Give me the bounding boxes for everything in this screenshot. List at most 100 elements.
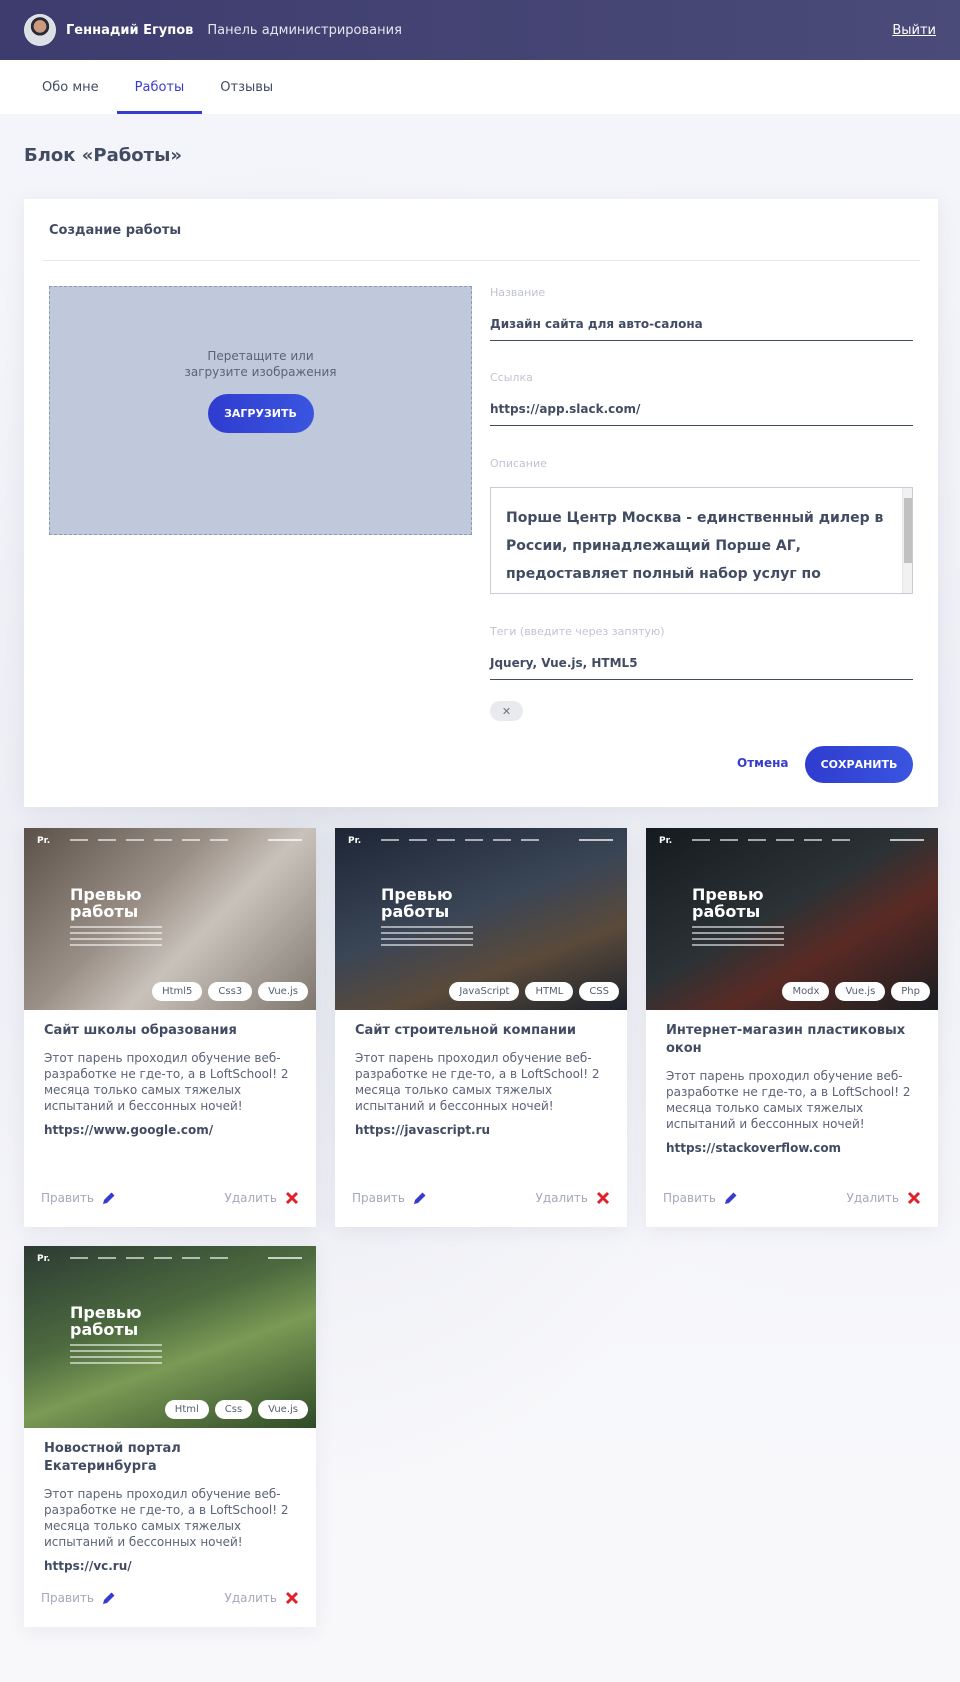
scroll-thumb[interactable] bbox=[904, 498, 912, 563]
tag-chip: Css3 bbox=[208, 982, 253, 1001]
avatar bbox=[24, 14, 56, 46]
tag-chip: JavaScript bbox=[449, 982, 520, 1001]
tag-chip: Modx bbox=[782, 982, 830, 1001]
tags-label: Теги (введите через запятую) bbox=[490, 625, 665, 638]
card-actions: Править Удалить bbox=[41, 1191, 299, 1205]
header-subtitle: Панель администрирования bbox=[207, 22, 402, 38]
tag-list: Modx Vue.js Php bbox=[782, 982, 930, 1001]
preview-nav bbox=[381, 839, 539, 841]
delete-button[interactable]: Удалить bbox=[225, 1591, 300, 1605]
image-dropzone[interactable]: Перетащите или загрузите изображения ЗАГ… bbox=[49, 286, 472, 535]
pencil-icon bbox=[724, 1192, 737, 1204]
logout-link[interactable]: Выйти bbox=[892, 23, 936, 38]
tags-input[interactable]: Jquery, Vue.js, HTML5 bbox=[490, 656, 913, 680]
delete-button[interactable]: Удалить bbox=[536, 1191, 611, 1205]
edit-label: Править bbox=[41, 1191, 94, 1205]
tab-about[interactable]: Обо мне bbox=[24, 60, 117, 114]
preview-logo: Pr. bbox=[37, 836, 51, 846]
tags-field[interactable]: Теги (введите через запятую) Jquery, Vue… bbox=[490, 625, 913, 680]
link-label: Ссылка bbox=[490, 371, 533, 384]
preview-title: Превью работы bbox=[692, 885, 764, 921]
description-field: Описание bbox=[490, 457, 913, 488]
preview-title: Превью работы bbox=[70, 885, 142, 921]
tab-reviews[interactable]: Отзывы bbox=[202, 60, 291, 114]
divider bbox=[42, 260, 920, 261]
work-preview: Pr. Превью работы Modx Vue.js Php bbox=[646, 828, 938, 1010]
delete-button[interactable]: Удалить bbox=[847, 1191, 922, 1205]
work-link[interactable]: https://stackoverflow.com bbox=[666, 1141, 918, 1155]
cancel-button[interactable]: Отмена bbox=[737, 756, 789, 770]
delete-label: Удалить bbox=[535, 1191, 589, 1205]
name-label: Название bbox=[490, 286, 546, 299]
work-link[interactable]: https://javascript.ru bbox=[355, 1123, 607, 1137]
dropzone-text: Перетащите или загрузите изображения bbox=[184, 349, 337, 379]
description-text: Порше Центр Москва - единственный дилер … bbox=[506, 510, 884, 582]
tag-chip: Css bbox=[214, 1400, 253, 1419]
work-card: Pr. Превью работы Html5 Css3 Vue.js Сайт… bbox=[24, 828, 316, 1227]
edit-button[interactable]: Править bbox=[41, 1591, 116, 1605]
scrollbar[interactable] bbox=[902, 488, 912, 593]
preview-text bbox=[70, 926, 162, 950]
preview-title: Превью работы bbox=[70, 1303, 142, 1339]
work-link[interactable]: https://www.google.com/ bbox=[44, 1123, 296, 1137]
preview-title: Превью работы bbox=[381, 885, 453, 921]
delete-label: Удалить bbox=[224, 1191, 278, 1205]
work-description: Этот парень проходил обучение веб-разраб… bbox=[355, 1051, 600, 1113]
tag-list: Html5 Css3 Vue.js bbox=[152, 982, 308, 1001]
work-card: Pr. Превью работы JavaScript HTML CSS Са… bbox=[335, 828, 627, 1227]
save-button[interactable]: СОХРАНИТЬ bbox=[805, 746, 913, 783]
edit-label: Править bbox=[663, 1191, 716, 1205]
work-title: Сайт школы образования bbox=[44, 1023, 237, 1038]
close-icon bbox=[285, 1191, 299, 1205]
delete-button[interactable]: Удалить bbox=[225, 1191, 300, 1205]
name-input[interactable]: Дизайн сайта для авто-салона bbox=[490, 317, 913, 341]
tag-chip: Php bbox=[891, 982, 930, 1001]
card-actions: Править Удалить bbox=[663, 1191, 921, 1205]
card-body: Сайт строительной компании Этот парень п… bbox=[335, 1010, 627, 1137]
tag-chip: HTML bbox=[525, 982, 574, 1001]
preview-phone bbox=[268, 839, 302, 841]
preview-phone bbox=[579, 839, 613, 841]
work-form: Создание работы Перетащите или загрузите… bbox=[24, 199, 938, 807]
tag-list: JavaScript HTML CSS bbox=[449, 982, 619, 1001]
preview-nav bbox=[692, 839, 850, 841]
tab-works[interactable]: Работы bbox=[116, 60, 203, 114]
link-input[interactable]: https://app.slack.com/ bbox=[490, 402, 913, 426]
description-textarea[interactable]: Порше Центр Москва - единственный дилер … bbox=[490, 487, 913, 594]
work-card: Pr. Превью работы Html Css Vue.js Новост… bbox=[24, 1246, 316, 1627]
preview-logo: Pr. bbox=[37, 1254, 51, 1264]
work-preview: Pr. Превью работы Html5 Css3 Vue.js bbox=[24, 828, 316, 1010]
pencil-icon bbox=[102, 1592, 115, 1604]
pencil-icon bbox=[102, 1192, 115, 1204]
delete-label: Удалить bbox=[224, 1591, 278, 1605]
edit-button[interactable]: Править bbox=[41, 1191, 116, 1205]
card-body: Новостной портал Екатеринбурга Этот паре… bbox=[24, 1428, 316, 1573]
edit-button[interactable]: Править bbox=[663, 1191, 738, 1205]
edit-label: Править bbox=[352, 1191, 405, 1205]
link-field[interactable]: Ссылка https://app.slack.com/ bbox=[490, 371, 913, 426]
work-title: Новостной портал Екатеринбурга bbox=[44, 1441, 181, 1474]
preview-phone bbox=[268, 1257, 302, 1259]
header: Геннадий Егупов Панель администрирования… bbox=[0, 0, 960, 60]
name-field[interactable]: Название Дизайн сайта для авто-салона bbox=[490, 286, 913, 341]
preview-text bbox=[70, 1344, 162, 1368]
tag-chip: Html bbox=[164, 1400, 209, 1419]
card-actions: Править Удалить bbox=[352, 1191, 610, 1205]
work-description: Этот парень проходил обучение веб-разраб… bbox=[44, 1051, 289, 1113]
upload-button[interactable]: ЗАГРУЗИТЬ bbox=[207, 394, 314, 433]
edit-button[interactable]: Править bbox=[352, 1191, 427, 1205]
preview-phone bbox=[890, 839, 924, 841]
tag-chip: Vue.js bbox=[258, 982, 308, 1001]
pencil-icon bbox=[413, 1192, 426, 1204]
work-description: Этот парень проходил обучение веб-разраб… bbox=[44, 1487, 289, 1549]
user-name: Геннадий Егупов bbox=[66, 22, 194, 38]
work-link[interactable]: https://vc.ru/ bbox=[44, 1559, 296, 1573]
card-body: Сайт школы образования Этот парень прохо… bbox=[24, 1010, 316, 1137]
tag-chip: CSS bbox=[579, 982, 619, 1001]
work-preview: Pr. Превью работы Html Css Vue.js bbox=[24, 1246, 316, 1428]
work-description: Этот парень проходил обучение веб-разраб… bbox=[666, 1069, 911, 1131]
tag-remove-chip[interactable]: ✕ bbox=[490, 701, 523, 721]
work-card: Pr. Превью работы Modx Vue.js Php Интерн… bbox=[646, 828, 938, 1227]
tag-chip: Vue.js bbox=[258, 1400, 308, 1419]
tag-list: Html Css Vue.js bbox=[164, 1400, 308, 1419]
